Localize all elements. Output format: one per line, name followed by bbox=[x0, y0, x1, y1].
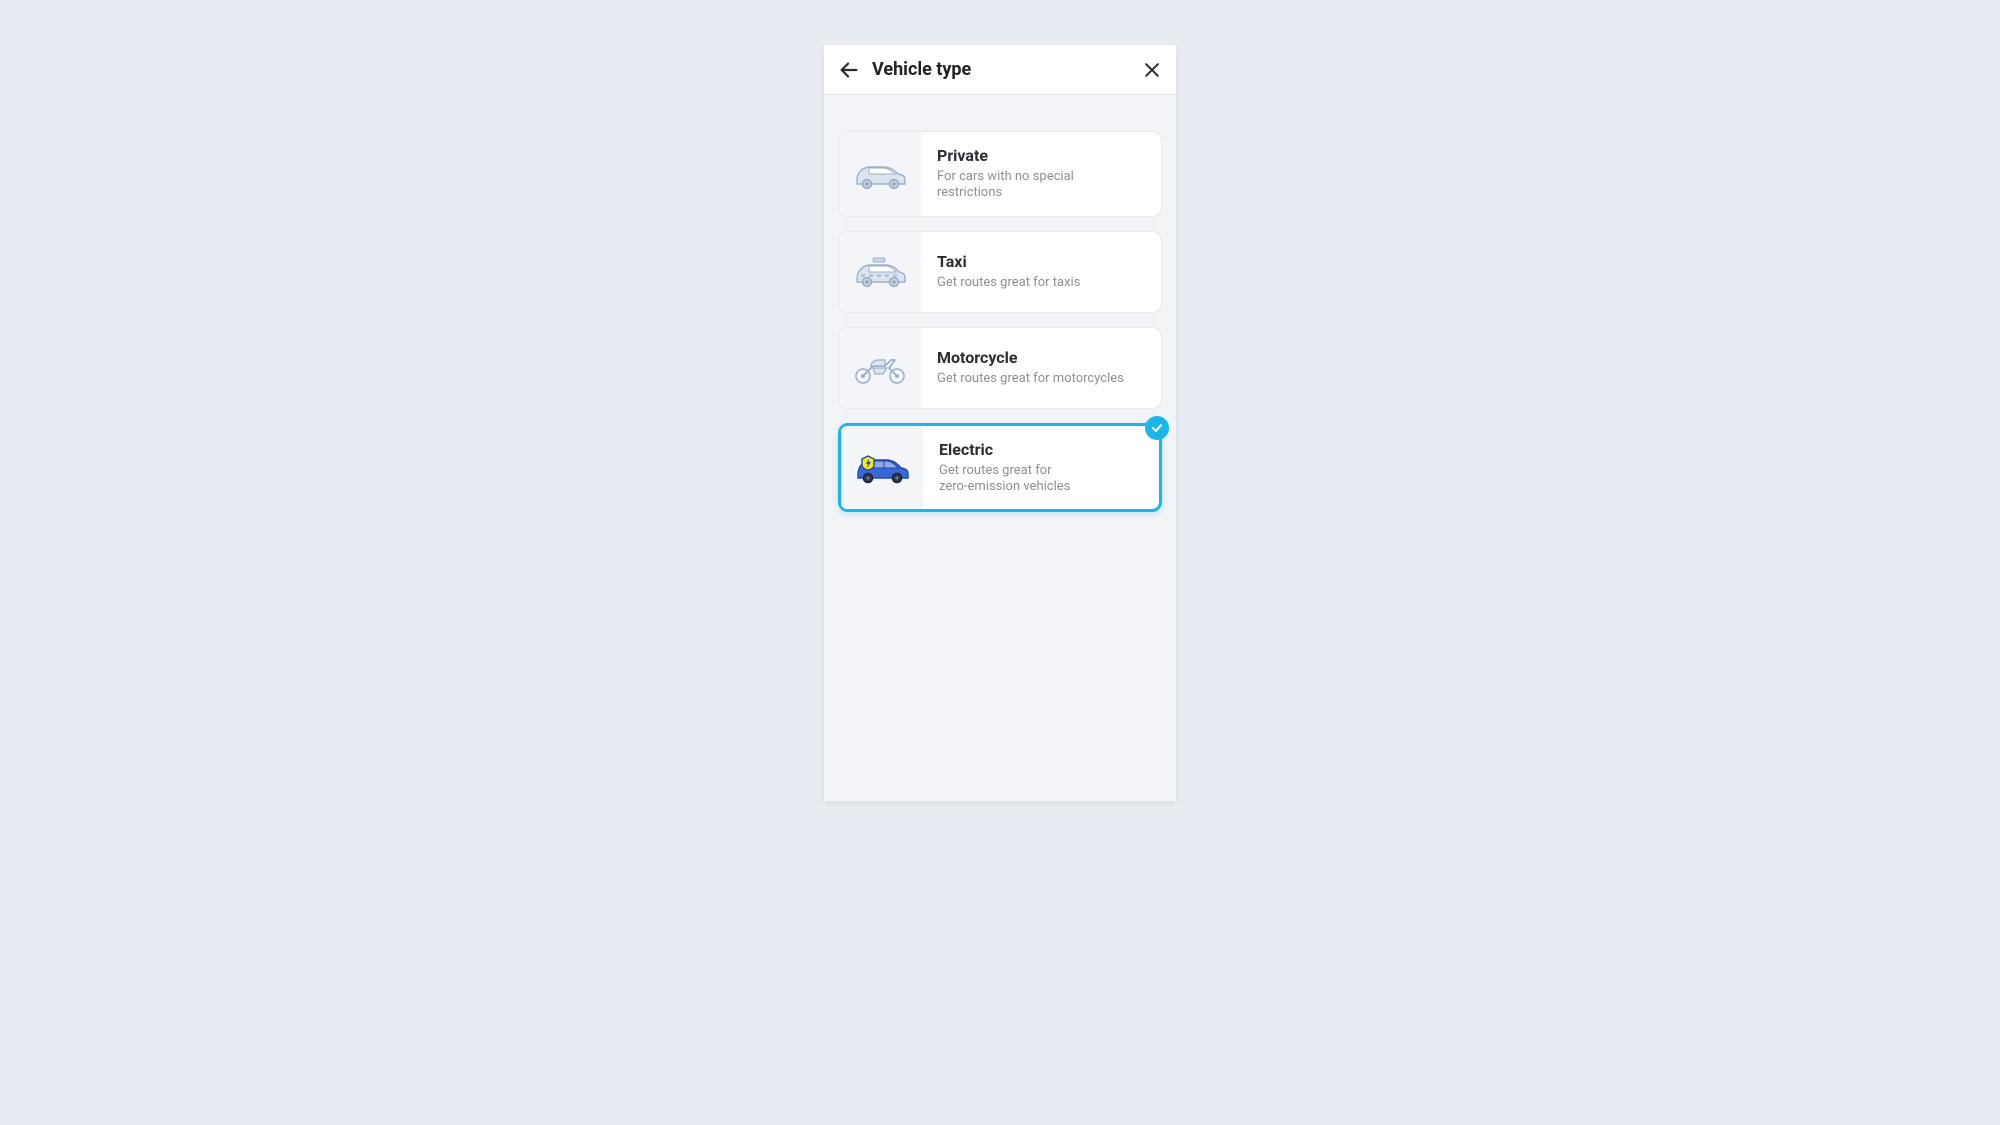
car-taxi-icon bbox=[849, 252, 911, 292]
selected-badge bbox=[1145, 416, 1169, 440]
option-body: Motorcycle Get routes great for motorcyc… bbox=[921, 328, 1161, 408]
option-icon-box bbox=[839, 328, 921, 408]
option-icon-box bbox=[841, 426, 923, 510]
option-electric[interactable]: Electric Get routes great for zero-emiss… bbox=[838, 423, 1162, 513]
option-title: Motorcycle bbox=[937, 348, 1145, 367]
check-icon bbox=[1150, 421, 1164, 435]
option-icon-box bbox=[839, 132, 921, 216]
option-private[interactable]: Private For cars with no special restric… bbox=[838, 131, 1162, 217]
vehicle-type-panel: Vehicle type Private bbox=[824, 45, 1176, 801]
close-button[interactable] bbox=[1142, 60, 1162, 80]
option-icon-box bbox=[839, 232, 921, 312]
motorcycle-icon bbox=[849, 348, 911, 388]
option-motorcycle[interactable]: Motorcycle Get routes great for motorcyc… bbox=[838, 327, 1162, 409]
header: Vehicle type bbox=[824, 45, 1176, 95]
option-body: Electric Get routes great for zero-emiss… bbox=[923, 426, 1159, 510]
option-body: Private For cars with no special restric… bbox=[921, 132, 1161, 216]
page-title: Vehicle type bbox=[872, 59, 1142, 80]
back-button[interactable] bbox=[838, 59, 860, 81]
close-icon bbox=[1142, 60, 1162, 80]
option-desc: Get routes great for taxis bbox=[937, 275, 1145, 291]
option-body: Taxi Get routes great for taxis bbox=[921, 232, 1161, 312]
vehicle-type-list: Private For cars with no special restric… bbox=[824, 95, 1176, 526]
arrow-left-icon bbox=[838, 59, 860, 81]
option-desc: Get routes great for motorcycles bbox=[937, 371, 1145, 387]
option-title: Private bbox=[937, 146, 1145, 165]
option-taxi[interactable]: Taxi Get routes great for taxis bbox=[838, 231, 1162, 313]
option-title: Taxi bbox=[937, 252, 1145, 271]
option-title: Electric bbox=[939, 440, 1143, 459]
option-desc: Get routes great for zero-emission vehic… bbox=[939, 463, 1143, 496]
option-desc: For cars with no special restrictions bbox=[937, 169, 1145, 202]
car-electric-icon bbox=[850, 447, 914, 487]
car-private-icon bbox=[849, 155, 911, 193]
